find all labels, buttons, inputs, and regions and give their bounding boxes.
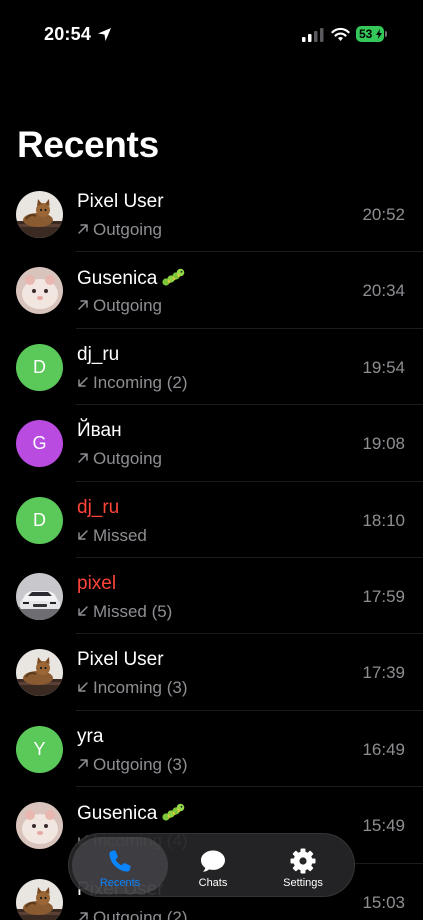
call-detail-text: Outgoing (2): [93, 907, 188, 920]
contact-avatar-cat-photo: [16, 649, 63, 697]
call-time: 15:03: [362, 892, 405, 912]
contact-name-text: Pixel User: [77, 191, 164, 212]
caterpillar-emoji-icon: [161, 267, 185, 287]
outgoing-call-arrow-icon: [78, 453, 88, 463]
page-title: Recents: [17, 124, 159, 165]
battery-level: 53: [359, 27, 373, 41]
contact-avatar: Y: [16, 725, 63, 773]
call-detail-text: Incoming (3): [93, 678, 188, 698]
call-row[interactable]: Ddj_ru Missed 18:10: [0, 482, 423, 559]
wifi-icon: [331, 27, 350, 41]
caterpillar-emoji-icon: [161, 802, 185, 822]
tab-bar: Recents Chats Settings: [68, 833, 355, 897]
outgoing-call-arrow-icon: [78, 300, 88, 311]
contact-name: Gusenica: [77, 267, 185, 290]
tab-chats[interactable]: Chats: [165, 837, 261, 894]
incoming-call-arrow-icon: [78, 377, 88, 387]
recents-screen: 20:54 53 Recents Pixel User Outgoing 20:52…: [0, 0, 423, 920]
contact-avatar: D: [16, 496, 63, 544]
location-arrow-icon: [98, 28, 111, 41]
incoming-call-arrow-icon: [78, 682, 88, 693]
recent-calls-list: Pixel User Outgoing 20:52 Gusenica Outgoing 2…: [0, 176, 423, 920]
outgoing-call-arrow-icon: [78, 224, 88, 234]
contact-name: pixel: [77, 573, 116, 595]
outgoing-call-arrow-icon: [78, 758, 88, 769]
contact-avatar-cat-photo: [16, 191, 63, 238]
contact-name-text: Gusenica: [77, 268, 158, 290]
call-detail-text: Outgoing (3): [93, 754, 188, 774]
call-detail: Missed (5): [77, 602, 172, 622]
call-time: 20:34: [362, 281, 405, 301]
contact-name-text: Йван: [77, 420, 122, 442]
call-detail: Outgoing (2): [77, 908, 188, 920]
call-row[interactable]: Pixel User Incoming (3) 17:39: [0, 634, 423, 712]
contact-avatar: D: [16, 343, 63, 391]
incoming-call-arrow-icon: [78, 529, 88, 540]
gear-icon: [290, 848, 316, 874]
call-time: 17:39: [362, 663, 405, 683]
contact-avatar-cat-photo: [16, 878, 63, 920]
call-detail-text: Outgoing: [93, 296, 162, 316]
call-detail: Incoming (3): [77, 678, 187, 698]
contact-name: dj_ru: [77, 344, 119, 366]
contact-name: Йван: [77, 420, 122, 442]
call-time: 19:54: [362, 357, 405, 377]
contact-name: Pixel User: [77, 191, 164, 213]
call-time: 20:52: [362, 205, 405, 224]
battery-nub: [385, 31, 387, 37]
call-detail-text: Outgoing: [93, 220, 162, 239]
cellular-signal-icon: [302, 28, 324, 42]
call-time: 19:08: [362, 434, 405, 454]
call-row[interactable]: Ddj_ru Incoming (2) 19:54: [0, 329, 423, 406]
contact-avatar-hamster-photo: [16, 802, 63, 850]
status-bar: 20:54 53: [0, 0, 423, 62]
status-time: 20:54: [44, 24, 92, 44]
call-detail: Outgoing: [77, 449, 162, 469]
contact-avatar: G: [16, 420, 63, 468]
call-detail: Outgoing: [77, 296, 162, 316]
call-detail: Incoming (2): [77, 373, 187, 393]
tab-chats-label: Chats: [198, 877, 228, 889]
contact-name-text: yra: [77, 725, 104, 747]
tab-settings-label: Settings: [283, 877, 323, 889]
phone-icon: [109, 850, 131, 872]
tab-recents[interactable]: Recents: [72, 837, 168, 894]
call-time: 15:49: [362, 816, 405, 836]
contact-name-text: Gusenica: [77, 803, 158, 825]
contact-name: dj_ru: [77, 497, 119, 519]
call-detail: Outgoing: [77, 220, 162, 240]
contact-name: yra: [77, 726, 103, 748]
call-detail: Missed: [77, 526, 147, 546]
call-time: 18:10: [362, 510, 405, 530]
call-row[interactable]: pixel Missed (5) 17:59: [0, 558, 423, 635]
call-row[interactable]: Gusenica Outgoing 20:34: [0, 252, 423, 330]
call-detail-text: Missed (5): [93, 601, 173, 621]
outgoing-call-arrow-icon: [78, 911, 88, 920]
contact-name-text: pixel: [77, 572, 117, 594]
call-detail-text: Missed: [93, 525, 147, 545]
contact-name: Pixel User: [77, 649, 164, 671]
call-detail-text: Outgoing: [93, 449, 162, 469]
contact-avatar-car-photo: [16, 572, 63, 620]
contact-name-text: dj_ru: [77, 343, 120, 365]
charging-bolt-icon: [376, 29, 382, 39]
contact-name-text: Pixel User: [77, 649, 164, 671]
incoming-call-arrow-icon: [78, 606, 88, 616]
contact-avatar-hamster-photo: [16, 267, 63, 315]
call-time: 17:59: [362, 586, 405, 606]
call-row[interactable]: G Йван Outgoing 19:08: [0, 405, 423, 482]
tab-recents-label: Recents: [99, 877, 141, 889]
tab-settings[interactable]: Settings: [255, 837, 351, 894]
call-detail: Outgoing (3): [77, 755, 188, 775]
call-row[interactable]: Pixel User Outgoing 20:52: [0, 176, 423, 253]
call-row[interactable]: Yyra Outgoing (3) 16:49: [0, 711, 423, 788]
battery-indicator: 53: [356, 26, 384, 42]
chat-bubble-icon: [201, 850, 225, 872]
call-detail-text: Incoming (2): [93, 372, 188, 392]
contact-name: Gusenica: [77, 802, 185, 825]
call-time: 16:49: [362, 739, 405, 759]
contact-name-text: dj_ru: [77, 496, 120, 518]
